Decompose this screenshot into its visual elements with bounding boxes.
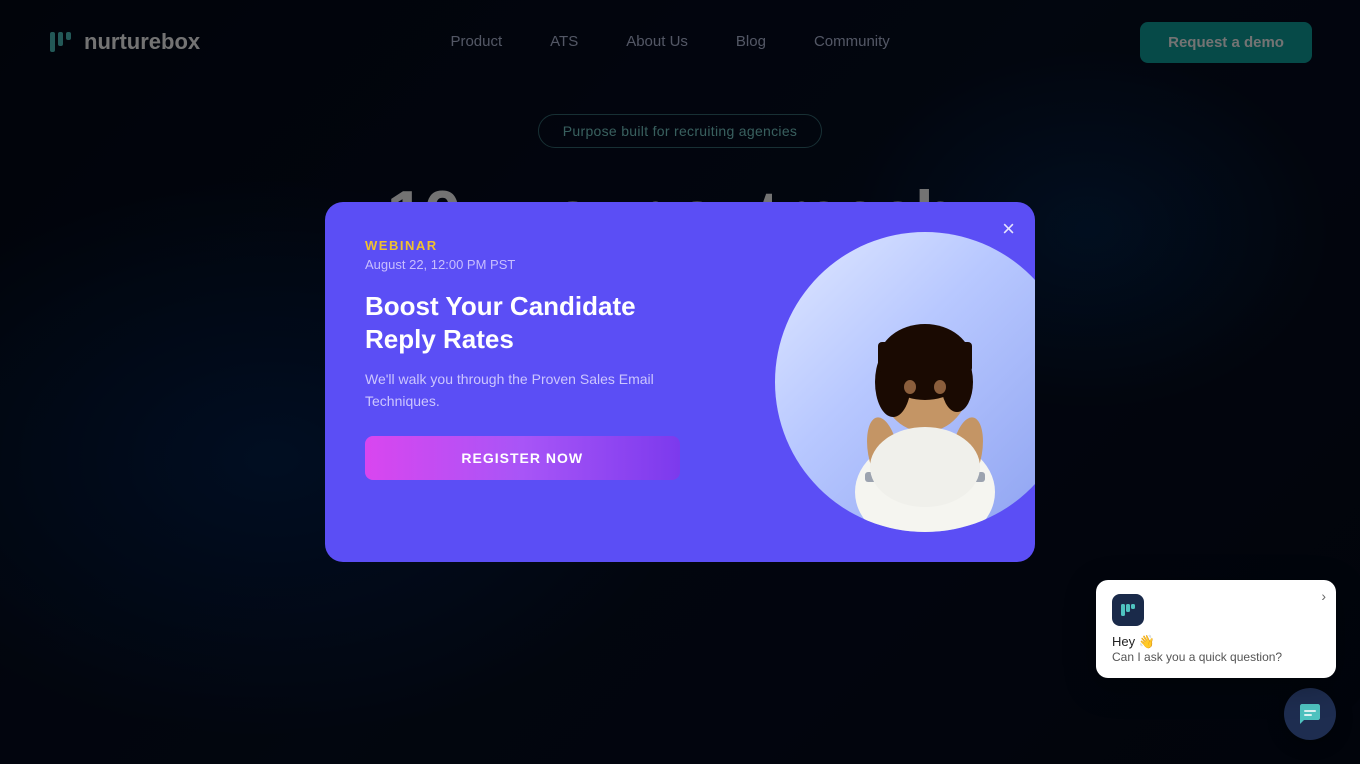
chat-fab-button[interactable] bbox=[1284, 688, 1336, 740]
webinar-modal: × WEBINAR August 22, 12:00 PM PST Boost … bbox=[325, 202, 1035, 562]
modal-tag: WEBINAR bbox=[365, 238, 680, 253]
modal-description: We'll walk you through the Proven Sales … bbox=[365, 369, 680, 412]
modal-close-button[interactable]: × bbox=[1002, 218, 1015, 240]
modal-photo-circle bbox=[775, 232, 1035, 532]
chat-greeting: Hey 👋 bbox=[1112, 634, 1320, 650]
chat-bubble: › Hey 👋 Can I ask you a quick question? bbox=[1096, 580, 1336, 678]
woman-illustration bbox=[815, 252, 1035, 532]
modal-date: August 22, 12:00 PM PST bbox=[365, 257, 680, 272]
chat-avatar bbox=[1112, 594, 1144, 626]
chat-close-button[interactable]: › bbox=[1321, 588, 1326, 604]
modal-content: WEBINAR August 22, 12:00 PM PST Boost Yo… bbox=[325, 202, 716, 562]
register-now-button[interactable]: REGISTER NOW bbox=[365, 436, 680, 480]
modal-image-area bbox=[716, 202, 1036, 562]
chat-widget: › Hey 👋 Can I ask you a quick question? bbox=[1096, 580, 1336, 740]
chat-message: Can I ask you a quick question? bbox=[1112, 650, 1320, 664]
chat-header bbox=[1112, 594, 1320, 626]
modal-title: Boost Your Candidate Reply Rates bbox=[365, 290, 680, 355]
